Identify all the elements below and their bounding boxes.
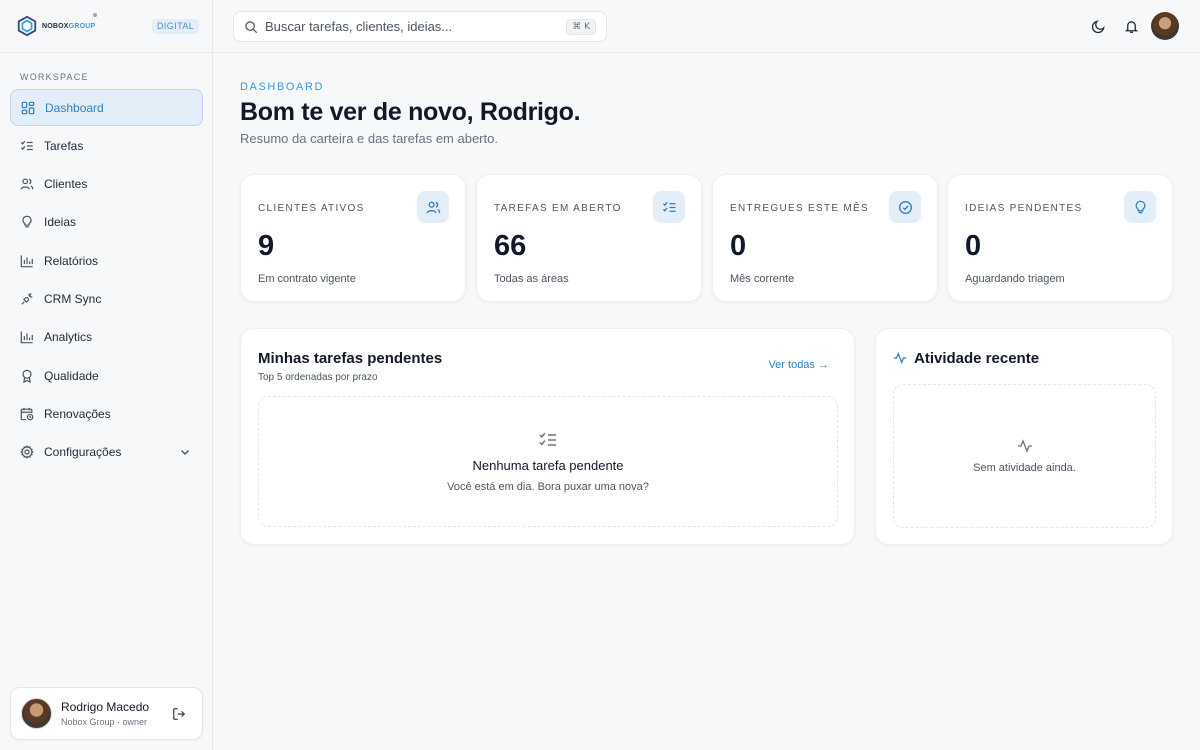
empty-message: Sem atividade ainda.: [973, 462, 1076, 474]
bar-chart-icon: [20, 331, 33, 344]
sidebar-item-qualidade[interactable]: Qualidade: [10, 357, 203, 394]
nobox-logo-icon: [17, 15, 37, 37]
sidebar-item-tarefas[interactable]: Tarefas: [10, 127, 203, 164]
sidebar-item-label: CRM Sync: [44, 291, 102, 306]
checklist-icon: [662, 201, 676, 212]
stat-card-clientes-ativos[interactable]: CLIENTES ATIVOS 9 Em contrato vigente: [240, 174, 466, 302]
stat-value: 0: [730, 230, 747, 262]
sidebar-item-relatorios[interactable]: Relatórios: [10, 242, 203, 279]
stat-card-entregues-este-mes[interactable]: ENTREGUES ESTE MÊS 0 Mês corrente: [712, 174, 938, 302]
empty-title: Nenhuma tarefa pendente: [472, 458, 624, 473]
users-icon: [20, 178, 34, 190]
sidebar-nav: Dashboard Tarefas Clientes Ideias Relató…: [10, 89, 203, 472]
sidebar-item-ideias[interactable]: Ideias: [10, 204, 203, 241]
plug-icon: [21, 293, 33, 305]
stat-label: ENTREGUES ESTE MÊS: [730, 203, 869, 214]
avatar: [21, 698, 52, 729]
panel-title: Atividade recente: [914, 350, 1040, 367]
page-eyebrow: DASHBOARD: [240, 81, 325, 93]
logout-icon[interactable]: [172, 707, 186, 721]
topbar: ⌘ K: [213, 0, 1200, 53]
stat-icon-box: [889, 191, 921, 223]
bell-icon[interactable]: [1124, 19, 1139, 34]
view-all-link[interactable]: Ver todas →: [768, 359, 829, 371]
page-title: Bom te ver de novo, Rodrigo.: [240, 98, 581, 126]
main-content: DASHBOARD Bom te ver de novo, Rodrigo. R…: [213, 53, 1200, 750]
stat-icon-box: [417, 191, 449, 223]
section-label: WORKSPACE: [20, 72, 89, 82]
pending-tasks-panel: Minhas tarefas pendentes Top 5 ordenadas…: [240, 328, 855, 545]
stat-label: IDEIAS PENDENTES: [965, 203, 1083, 214]
stat-icon-box: [1124, 191, 1156, 223]
search-icon: [245, 20, 258, 33]
empty-subtitle: Você está em dia. Bora puxar uma nova?: [447, 481, 649, 493]
dashboard-grid-icon: [21, 101, 35, 114]
sidebar-item-crm-sync[interactable]: CRM Sync: [10, 280, 203, 317]
sidebar-item-label: Configurações: [44, 445, 122, 460]
user-card[interactable]: Rodrigo Macedo Nobox Group · owner: [10, 687, 203, 740]
user-role: Nobox Group · owner: [61, 717, 148, 727]
gear-icon: [20, 445, 34, 460]
stat-value: 66: [494, 230, 527, 262]
sidebar-item-label: Clientes: [44, 177, 88, 192]
stat-label: TAREFAS EM ABERTO: [494, 203, 622, 214]
sidebar-item-renovacoes[interactable]: Renovações: [10, 395, 203, 432]
bar-chart-icon: [20, 255, 33, 267]
panel-subtitle: Top 5 ordenadas por prazo: [258, 372, 378, 383]
sidebar-item-label: Renovações: [44, 406, 111, 421]
sidebar-item-label: Dashboard: [45, 100, 104, 115]
sidebar-item-label: Relatórios: [44, 253, 99, 268]
stat-card-ideias-pendentes[interactable]: IDEIAS PENDENTES 0 Aguardando triagem: [947, 174, 1173, 302]
award-icon: [22, 369, 32, 383]
search-input[interactable]: [265, 19, 555, 34]
search-bar[interactable]: ⌘ K: [233, 11, 607, 42]
empty-state: Nenhuma tarefa pendente Você está em dia…: [258, 396, 838, 527]
stat-footnote: Todas as áreas: [494, 273, 569, 285]
stat-footnote: Aguardando triagem: [965, 273, 1065, 285]
activity-icon: [1017, 439, 1032, 453]
sidebar-item-clientes[interactable]: Clientes: [10, 166, 203, 203]
sidebar-item-configuracoes[interactable]: Configurações: [10, 434, 203, 471]
check-circle-icon: [898, 200, 912, 214]
workspace-badge: DIGITAL: [152, 19, 200, 34]
stat-label: CLIENTES ATIVOS: [258, 203, 365, 214]
stat-card-tarefas-em-aberto[interactable]: TAREFAS EM ABERTO 66 Todas as áreas: [476, 174, 702, 302]
sidebar-item-analytics[interactable]: Analytics: [10, 319, 203, 356]
checklist-icon: [539, 432, 557, 446]
sidebar-item-label: Analytics: [44, 330, 93, 345]
activity-icon: [893, 351, 907, 365]
recent-activity-panel: Atividade recente Sem atividade ainda.: [875, 328, 1173, 545]
lightbulb-icon: [22, 216, 32, 228]
user-name: Rodrigo Macedo: [61, 700, 150, 714]
sidebar-item-dashboard[interactable]: Dashboard: [10, 89, 203, 126]
stat-value: 9: [258, 230, 275, 262]
brand-dot: [93, 13, 97, 17]
sidebar-item-label: Qualidade: [44, 368, 99, 383]
brand-name: NOBOXGROUP: [42, 22, 96, 30]
stat-icon-box: [653, 191, 685, 223]
moon-icon[interactable]: [1091, 19, 1106, 34]
lightbulb-icon: [1135, 200, 1145, 213]
sidebar-item-label: Ideias: [44, 215, 77, 230]
page-subtitle: Resumo da carteira e das tarefas em aber…: [240, 131, 498, 146]
users-icon: [426, 201, 440, 213]
stat-footnote: Em contrato vigente: [258, 273, 356, 285]
stat-footnote: Mês corrente: [730, 273, 795, 285]
checklist-icon: [20, 140, 33, 150]
brand: NOBOXGROUP DIGITAL: [0, 0, 212, 53]
search-shortcut: ⌘ K: [566, 19, 596, 35]
empty-state: Sem atividade ainda.: [893, 384, 1156, 528]
user-info: Rodrigo Macedo Nobox Group · owner: [61, 700, 149, 727]
user-avatar[interactable]: [1151, 12, 1179, 40]
sidebar-item-label: Tarefas: [44, 138, 84, 153]
chevron-down-icon[interactable]: [179, 446, 191, 458]
stat-value: 0: [965, 230, 982, 262]
panel-title: Minhas tarefas pendentes: [258, 350, 443, 367]
calendar-clock-icon: [20, 407, 34, 421]
sidebar: NOBOXGROUP DIGITAL WORKSPACE Dashboard T…: [0, 0, 213, 750]
